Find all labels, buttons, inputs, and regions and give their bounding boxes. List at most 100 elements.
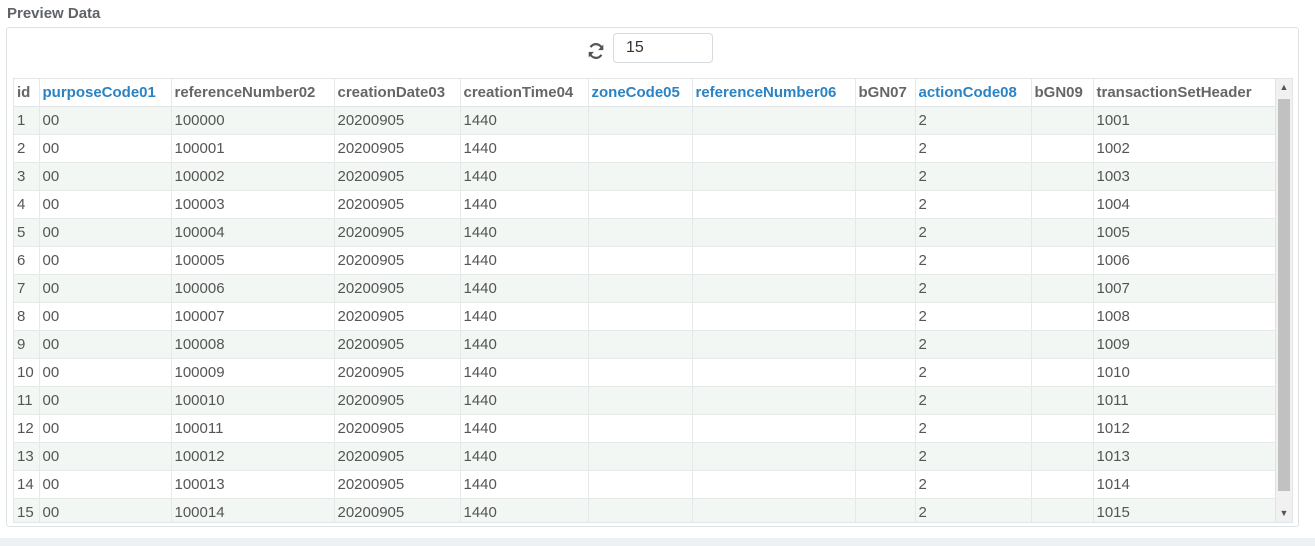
- refresh-icon[interactable]: [587, 42, 605, 60]
- table-cell: [1031, 218, 1094, 247]
- table-cell: 2: [915, 330, 1032, 359]
- table-row[interactable]: 1 00 100000 20200905 1440 2 1001: [14, 106, 1276, 135]
- vertical-scrollbar[interactable]: ▲ ▼: [1275, 79, 1292, 522]
- table-cell: 1440: [460, 414, 589, 443]
- table-cell: 100004: [171, 218, 335, 247]
- table-cell: 1007: [1093, 274, 1276, 303]
- column-header-bGN07[interactable]: bGN07: [855, 79, 916, 107]
- table-row[interactable]: 10 00 100009 20200905 1440 2 1010: [14, 358, 1276, 387]
- table-cell: [588, 302, 693, 331]
- table-cell: [1031, 190, 1094, 219]
- table-cell: [855, 162, 916, 191]
- table-cell: [692, 302, 856, 331]
- table-cell: 1010: [1093, 358, 1276, 387]
- table-cell: 100013: [171, 470, 335, 499]
- column-header-zoneCode05[interactable]: zoneCode05: [588, 79, 693, 107]
- column-header-transactionSetHeader[interactable]: transactionSetHeader: [1093, 79, 1276, 107]
- table-cell: 11: [14, 386, 40, 415]
- table-cell: [692, 246, 856, 275]
- table-row[interactable]: 2 00 100001 20200905 1440 2 1002: [14, 134, 1276, 163]
- table-cell: 2: [915, 414, 1032, 443]
- table-cell: 00: [39, 470, 172, 499]
- table-cell: 13: [14, 442, 40, 471]
- column-header-referenceNumber02[interactable]: referenceNumber02: [171, 79, 335, 107]
- table-cell: 1001: [1093, 106, 1276, 135]
- table-cell: 2: [915, 134, 1032, 163]
- table-cell: 00: [39, 498, 172, 522]
- scroll-up-arrow-icon[interactable]: ▲: [1276, 79, 1292, 96]
- table-cell: 00: [39, 274, 172, 303]
- column-header-id[interactable]: id: [14, 79, 40, 107]
- preview-data-section: Preview Data idpurposeCode01referenceNum…: [0, 0, 1315, 538]
- table-cell: 1: [14, 106, 40, 135]
- table-cell: 1440: [460, 470, 589, 499]
- table-cell: 2: [14, 134, 40, 163]
- table-cell: 2: [915, 302, 1032, 331]
- column-header-creationDate03[interactable]: creationDate03: [334, 79, 461, 107]
- table-row[interactable]: 8 00 100007 20200905 1440 2 1008: [14, 302, 1276, 331]
- column-header-actionCode08[interactable]: actionCode08: [915, 79, 1032, 107]
- table-cell: [855, 106, 916, 135]
- table-cell: 2: [915, 162, 1032, 191]
- table-cell: 10: [14, 358, 40, 387]
- table-row[interactable]: 15 00 100014 20200905 1440 2 1015: [14, 498, 1276, 522]
- table-row[interactable]: 7 00 100006 20200905 1440 2 1007: [14, 274, 1276, 303]
- table-row[interactable]: 13 00 100012 20200905 1440 2 1013: [14, 442, 1276, 471]
- table-cell: 1440: [460, 218, 589, 247]
- table-cell: 1014: [1093, 470, 1276, 499]
- table-cell: 1011: [1093, 386, 1276, 415]
- table-cell: 1015: [1093, 498, 1276, 522]
- table-cell: 2: [915, 386, 1032, 415]
- table-cell: 00: [39, 330, 172, 359]
- table-row[interactable]: 6 00 100005 20200905 1440 2 1006: [14, 246, 1276, 275]
- table-cell: [855, 386, 916, 415]
- table-cell: [1031, 134, 1094, 163]
- table-row[interactable]: 12 00 100011 20200905 1440 2 1012: [14, 414, 1276, 443]
- scroll-down-arrow-icon[interactable]: ▼: [1276, 505, 1292, 522]
- table-cell: 1440: [460, 498, 589, 522]
- table-row[interactable]: 14 00 100013 20200905 1440 2 1014: [14, 470, 1276, 499]
- table-cell: 1440: [460, 358, 589, 387]
- table-cell: [588, 386, 693, 415]
- table-cell: 1440: [460, 134, 589, 163]
- table-cell: 9: [14, 330, 40, 359]
- table-cell: [855, 246, 916, 275]
- column-header-referenceNumber06[interactable]: referenceNumber06: [692, 79, 856, 107]
- table-cell: [692, 274, 856, 303]
- table-cell: 1008: [1093, 302, 1276, 331]
- table-cell: [588, 498, 693, 522]
- table-cell: [692, 386, 856, 415]
- table-cell: 7: [14, 274, 40, 303]
- table-cell: 1440: [460, 106, 589, 135]
- table-cell: [855, 442, 916, 471]
- table-cell: 5: [14, 218, 40, 247]
- table-cell: 2: [915, 470, 1032, 499]
- column-header-bGN09[interactable]: bGN09: [1031, 79, 1094, 107]
- table-cell: 100010: [171, 386, 335, 415]
- table-row[interactable]: 9 00 100008 20200905 1440 2 1009: [14, 330, 1276, 359]
- table-row[interactable]: 11 00 100010 20200905 1440 2 1011: [14, 386, 1276, 415]
- table-cell: 1006: [1093, 246, 1276, 275]
- table-cell: [1031, 302, 1094, 331]
- scrollbar-thumb[interactable]: [1278, 99, 1290, 491]
- table-row[interactable]: 4 00 100003 20200905 1440 2 1004: [14, 190, 1276, 219]
- table-cell: [855, 302, 916, 331]
- table-row[interactable]: 3 00 100002 20200905 1440 2 1003: [14, 162, 1276, 191]
- table-cell: 100002: [171, 162, 335, 191]
- table-cell: 2: [915, 246, 1032, 275]
- table-cell: [588, 218, 693, 247]
- column-header-purposeCode01[interactable]: purposeCode01: [39, 79, 172, 107]
- table-cell: 20200905: [334, 190, 461, 219]
- table-cell: 100008: [171, 330, 335, 359]
- table-cell: 1002: [1093, 134, 1276, 163]
- table-cell: [855, 134, 916, 163]
- table-row[interactable]: 5 00 100004 20200905 1440 2 1005: [14, 218, 1276, 247]
- table-cell: 00: [39, 246, 172, 275]
- column-header-creationTime04[interactable]: creationTime04: [460, 79, 589, 107]
- row-count-input[interactable]: [613, 33, 713, 63]
- table-cell: [1031, 442, 1094, 471]
- table-cell: [855, 274, 916, 303]
- table-cell: 20200905: [334, 414, 461, 443]
- table-cell: [855, 414, 916, 443]
- table-cell: [855, 470, 916, 499]
